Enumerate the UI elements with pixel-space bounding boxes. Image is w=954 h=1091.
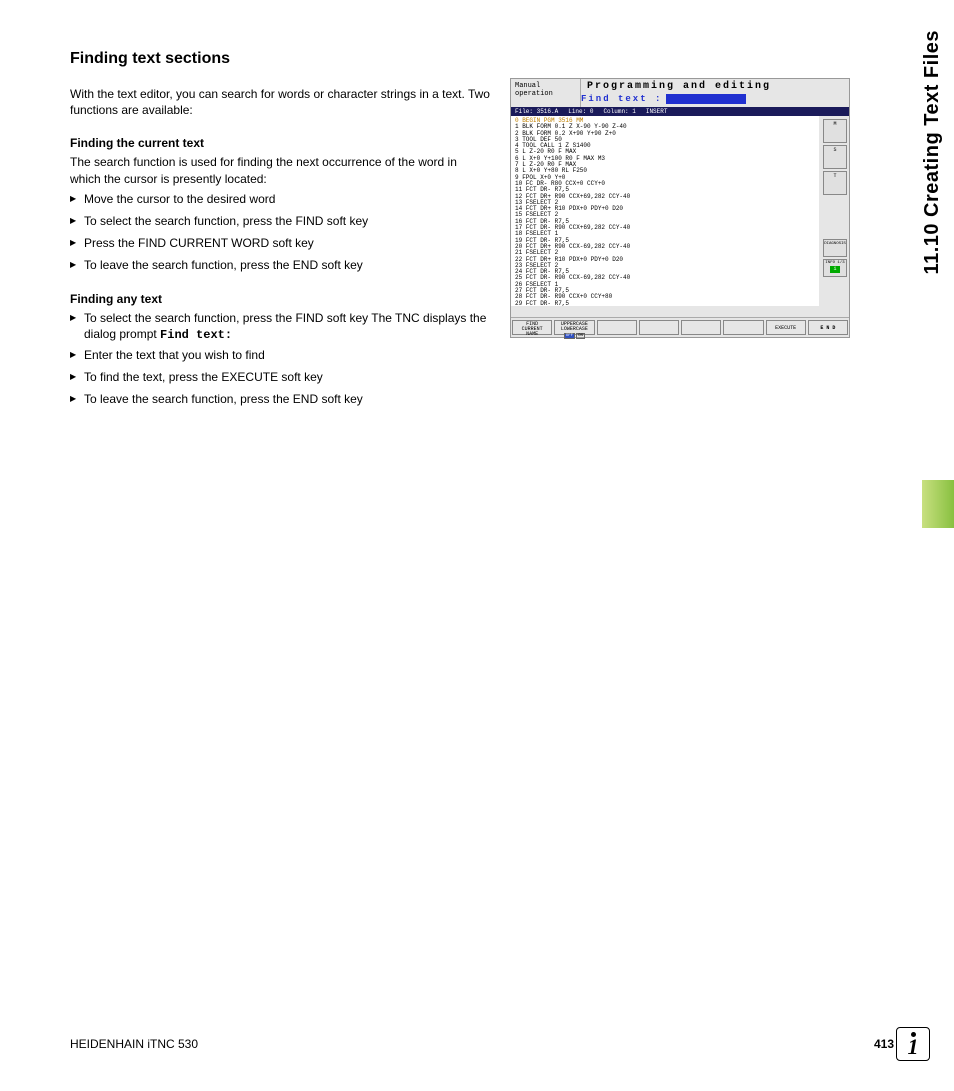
steps-list-2b: Enter the text that you wish to find To f… (70, 347, 490, 408)
side-buttons: M S T DIAGNOSIS INFO 1/3 i (821, 119, 849, 277)
info-i-icon: i (830, 266, 840, 273)
find-label: Find text : (581, 94, 662, 104)
find-input-highlight[interactable] (666, 94, 746, 104)
step-text: To select the search function, press the… (84, 311, 486, 341)
paragraph-1: The search function is used for finding … (70, 154, 490, 186)
col-num: Column: 1 (603, 108, 635, 115)
softkey-end[interactable]: E N D (808, 320, 848, 335)
softkey-find-current[interactable]: FINDCURRENTNAME (512, 320, 552, 335)
step-item: To select the search function, press the… (70, 213, 490, 229)
step-item: Press the FIND CURRENT WORD soft key (70, 235, 490, 251)
info-label: INFO 1/3 (824, 261, 846, 265)
mono-prompt: Find text: (160, 328, 232, 342)
step-item: To find the text, press the EXECUTE soft… (70, 369, 490, 385)
info-button[interactable]: INFO 1/3 i (823, 259, 847, 277)
mode-label: Manual operation (511, 79, 581, 107)
page-number: 413 (874, 1037, 894, 1051)
thumb-indicator (922, 480, 954, 528)
file-name: File: 3516.A (515, 108, 558, 115)
step-item: Enter the text that you wish to find (70, 347, 490, 363)
softkey-empty[interactable] (597, 320, 637, 335)
line-num: Line: 0 (568, 108, 593, 115)
tnc-screenshot: Manual operation Programming and editing… (510, 78, 850, 338)
softkey-empty[interactable] (681, 320, 721, 335)
steps-list-1: Move the cursor to the desired word To se… (70, 191, 490, 274)
insert-mode: INSERT (646, 108, 668, 115)
subheading-1: Finding the current text (70, 136, 490, 150)
diagnosis-button[interactable]: DIAGNOSIS (823, 239, 847, 257)
code-listing: 0 BEGIN PGM 3516 MM1 BLK FORM 0.1 Z X-90… (511, 116, 819, 306)
main-text-column: Finding text sections With the text edit… (70, 50, 490, 425)
info-icon: 1 (896, 1027, 930, 1061)
intro-paragraph: With the text editor, you can search for… (70, 86, 490, 118)
step-item: To leave the search function, press the … (70, 391, 490, 407)
softkey-execute[interactable]: EXECUTE (766, 320, 806, 335)
steps-list-2: To select the search function, press the… (70, 310, 490, 343)
find-prompt: Find text : (581, 94, 849, 104)
step-item: Move the cursor to the desired word (70, 191, 490, 207)
softkey-empty[interactable] (723, 320, 763, 335)
step-item: To leave the search function, press the … (70, 257, 490, 273)
heading: Finding text sections (70, 50, 490, 68)
step-item: To select the search function, press the… (70, 310, 490, 343)
footer-product: HEIDENHAIN iTNC 530 (70, 1037, 198, 1051)
m-button[interactable]: M (823, 119, 847, 143)
softkey-case[interactable]: UPPERCASELOWERCASE OFFON (554, 320, 594, 335)
t-button[interactable]: T (823, 171, 847, 195)
screen-title: Programming and editing (581, 79, 849, 94)
s-button[interactable]: S (823, 145, 847, 169)
status-bar: File: 3516.A Line: 0 Column: 1 INSERT (511, 107, 849, 116)
section-tab: 11.10 Creating Text Files (921, 30, 944, 274)
softkey-row: FINDCURRENTNAME UPPERCASELOWERCASE OFFON… (511, 317, 849, 337)
subheading-2: Finding any text (70, 292, 490, 306)
softkey-empty[interactable] (639, 320, 679, 335)
page-footer: HEIDENHAIN iTNC 530 413 (70, 1037, 894, 1051)
